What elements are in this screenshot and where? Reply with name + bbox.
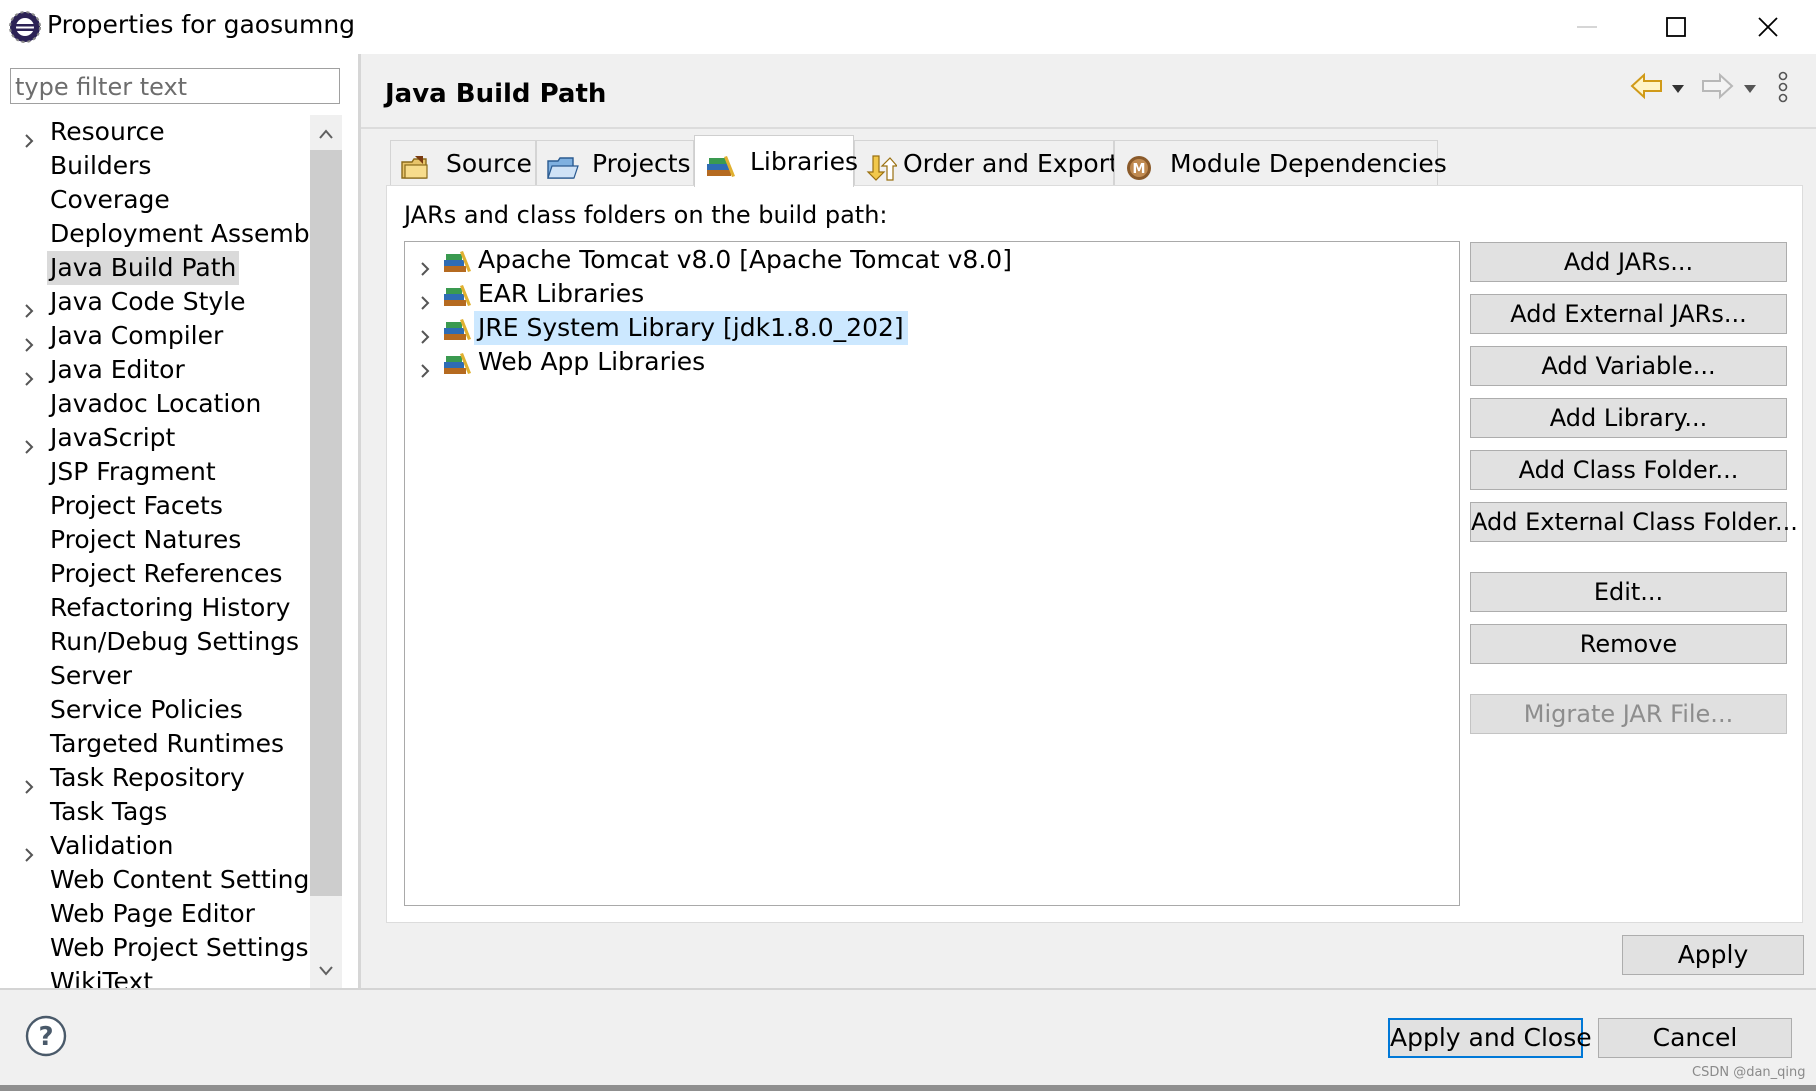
- add-class-folder-button[interactable]: Add Class Folder...: [1470, 450, 1787, 490]
- svg-text:?: ?: [38, 1022, 53, 1052]
- tab-projects[interactable]: Projects: [536, 140, 694, 186]
- module-icon: M: [1125, 151, 1157, 180]
- source-folder-icon: [401, 151, 433, 179]
- add-variable-button[interactable]: Add Variable...: [1470, 346, 1787, 386]
- tree-item-label: Targeted Runtimes: [50, 729, 284, 758]
- minimize-button[interactable]: [1552, 0, 1622, 54]
- tree-item-label: Java Build Path: [47, 251, 240, 285]
- tree-item-label: Builders: [50, 151, 152, 180]
- close-button[interactable]: [1733, 0, 1803, 54]
- page-title: Java Build Path: [385, 79, 607, 109]
- view-menu-icon[interactable]: [1776, 70, 1790, 106]
- libraries-icon: [705, 146, 737, 177]
- chevron-right-icon[interactable]: [417, 354, 433, 378]
- tree-item-label: Service Policies: [50, 695, 243, 724]
- tree-item-label: Validation: [50, 831, 174, 860]
- tree-item-label: JSP Fragment: [50, 457, 216, 486]
- tree-item-label: Java Editor: [50, 355, 185, 384]
- tree-item-label: Web Project Settings: [50, 933, 309, 962]
- library-entry-label: Web App Libraries: [478, 347, 706, 376]
- watermark-text: CSDN @dan_qing: [1692, 1065, 1806, 1080]
- maximize-button[interactable]: [1641, 0, 1711, 54]
- tree-item-label: Project References: [50, 559, 283, 588]
- title-separator: [361, 127, 1816, 129]
- tab-libraries[interactable]: Libraries: [694, 135, 858, 187]
- tree-item-label: JavaScript: [50, 423, 176, 452]
- chevron-right-icon[interactable]: [21, 838, 37, 862]
- chevron-right-icon[interactable]: [417, 252, 433, 276]
- library-icon: [443, 316, 473, 342]
- tree-item-label: Deployment Assembly: [50, 219, 310, 248]
- projects-folder-icon: [547, 151, 579, 179]
- scroll-down-icon[interactable]: [310, 955, 342, 987]
- library-entry-label: JRE System Library [jdk1.8.0_202]: [474, 311, 908, 345]
- tree-item-label: Refactoring History: [50, 593, 291, 622]
- library-icon: [443, 350, 473, 376]
- eclipse-app-icon: [8, 10, 42, 44]
- filter-input[interactable]: type filter text: [10, 68, 340, 104]
- bottom-edge: [0, 1085, 1816, 1091]
- tree-item-label: WikiText: [50, 967, 154, 988]
- tab-source[interactable]: Source: [390, 140, 536, 186]
- chevron-right-icon[interactable]: [417, 320, 433, 344]
- library-entry-label: EAR Libraries: [478, 279, 645, 308]
- tree-item-label: Project Natures: [50, 525, 242, 554]
- forward-dropdown-icon[interactable]: [1742, 80, 1758, 93]
- edit-button[interactable]: Edit...: [1470, 572, 1787, 612]
- tab-strip: Source Projects Libraries Order and Expo…: [390, 135, 1447, 187]
- libraries-label: JARs and class folders on the build path…: [404, 201, 888, 229]
- help-icon[interactable]: ?: [25, 1015, 67, 1057]
- tab-module-dependencies[interactable]: M Module Dependencies: [1114, 140, 1447, 186]
- add-external-class-folder-button[interactable]: Add External Class Folder...: [1470, 502, 1798, 542]
- property-tree: Resource Builders Coverage Deployment Assem…: [0, 115, 310, 988]
- add-jars-button[interactable]: Add JARs...: [1470, 242, 1787, 282]
- add-external-jars-button[interactable]: Add External JARs...: [1470, 294, 1787, 334]
- library-icon: [443, 248, 473, 274]
- scroll-up-icon[interactable]: [310, 118, 342, 150]
- migrate-jar-button[interactable]: Migrate JAR File...: [1470, 694, 1787, 734]
- libraries-list: Apache Tomcat v8.0 [Apache Tomcat v8.0] E…: [404, 241, 1460, 906]
- tree-item-label: Task Repository: [50, 763, 245, 792]
- remove-button[interactable]: Remove: [1470, 624, 1787, 664]
- tree-item-label: Java Compiler: [50, 321, 224, 350]
- library-entry-label: Apache Tomcat v8.0 [Apache Tomcat v8.0]: [478, 245, 1012, 274]
- apply-button[interactable]: Apply: [1622, 935, 1804, 975]
- tree-scrollbar-thumb[interactable]: [310, 150, 342, 896]
- cancel-button[interactable]: Cancel: [1598, 1018, 1792, 1058]
- chevron-right-icon[interactable]: [21, 362, 37, 386]
- chevron-right-icon[interactable]: [417, 286, 433, 310]
- tree-item-label: Java Code Style: [50, 287, 246, 316]
- library-icon: [443, 282, 473, 308]
- tree-item-label: Server: [50, 661, 132, 690]
- back-dropdown-icon[interactable]: [1670, 80, 1686, 93]
- tree-item-label: Javadoc Location: [50, 389, 262, 418]
- chevron-right-icon[interactable]: [21, 124, 37, 148]
- tree-item-label: Run/Debug Settings: [50, 627, 300, 656]
- chevron-right-icon[interactable]: [21, 294, 37, 318]
- tree-item-label: Resource: [50, 117, 165, 146]
- chevron-right-icon[interactable]: [21, 770, 37, 794]
- tree-item-label: Project Facets: [50, 491, 223, 520]
- forward-arrow-icon[interactable]: [1700, 72, 1734, 100]
- tree-item-label: Coverage: [50, 185, 170, 214]
- chevron-right-icon[interactable]: [21, 328, 37, 352]
- tree-item-label: Web Content Settings: [50, 865, 310, 894]
- apply-and-close-button[interactable]: Apply and Close: [1388, 1018, 1592, 1058]
- tab-order-and-export[interactable]: Order and Export: [854, 140, 1119, 186]
- svg-text:M: M: [1133, 162, 1146, 177]
- back-arrow-icon[interactable]: [1630, 72, 1664, 100]
- window-title: Properties for gaosumng: [47, 10, 356, 39]
- tree-item-label: Task Tags: [50, 797, 168, 826]
- order-export-icon: [865, 151, 899, 181]
- chevron-right-icon[interactable]: [21, 430, 37, 454]
- tree-item-label: Web Page Editor: [50, 899, 255, 928]
- add-library-button[interactable]: Add Library...: [1470, 398, 1787, 438]
